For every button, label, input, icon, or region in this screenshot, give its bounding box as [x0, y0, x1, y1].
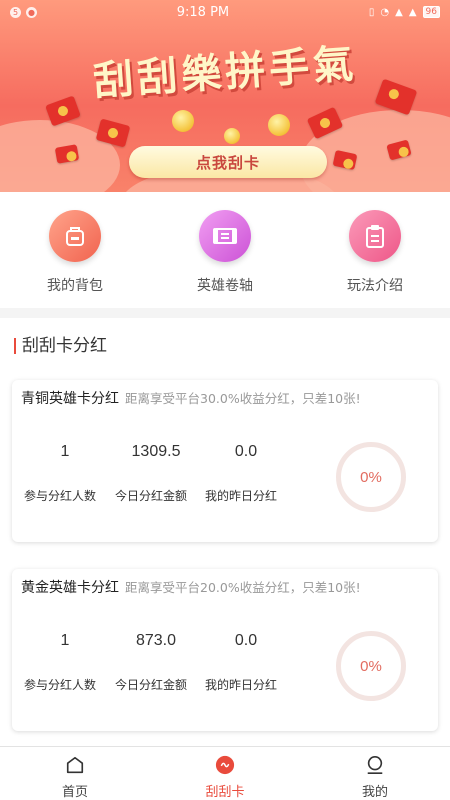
- card-header: 黄金英雄卡分红 距离享受平台20.0%收益分红，只差10张!: [21, 577, 361, 597]
- scratch-card-icon: [215, 755, 235, 775]
- home-icon: [66, 756, 84, 774]
- section-title: 刮刮卡分红: [14, 338, 107, 355]
- tab-label: 我的: [361, 785, 388, 800]
- tab-label: 首页: [61, 785, 88, 800]
- tab-scratch-card[interactable]: 刮刮卡: [150, 747, 300, 800]
- today-amount-value: 873.0: [135, 632, 177, 649]
- scratch-card-button[interactable]: 点我刮卡: [129, 146, 327, 178]
- vibrate-icon: ▯: [368, 6, 375, 18]
- today-amount-label: 今日分红金额: [115, 678, 188, 692]
- tab-label: 刮刮卡: [205, 785, 245, 800]
- profile-icon: [367, 756, 383, 774]
- menu-item-backpack[interactable]: 我的背包: [15, 210, 135, 308]
- user-icon: ●: [26, 6, 37, 18]
- my-yesterday-label: 我的昨日分红: [205, 489, 278, 503]
- tab-home[interactable]: 首页: [0, 747, 150, 800]
- status-bar: 5 ● 9:18 PM ▯ ◔ ▲ ▲ 96: [0, 0, 450, 24]
- scratch-banner: 刮刮樂拼手氣 点我刮卡: [0, 0, 450, 192]
- tab-profile[interactable]: 我的: [300, 747, 450, 800]
- participants-label: 参与分红人数: [24, 489, 97, 503]
- backpack-icon: [49, 210, 101, 262]
- today-amount-label: 今日分红金额: [115, 489, 188, 503]
- card-name: 青铜英雄卡分红: [21, 391, 119, 407]
- scroll-icon: [199, 210, 251, 262]
- wifi-icon: ◔: [380, 6, 390, 18]
- notification-icon: 5: [10, 6, 21, 18]
- participants-value: 1: [60, 443, 70, 460]
- coin-icon: [224, 128, 240, 144]
- status-time: 9:18 PM: [176, 4, 230, 20]
- dividend-section: 刮刮卡分红 青铜英雄卡分红 距离享受平台30.0%收益分红，只差10张! 1 13…: [0, 318, 450, 746]
- my-yesterday-value: 0.0: [234, 632, 258, 649]
- dividend-card-bronze[interactable]: 青铜英雄卡分红 距离享受平台30.0%收益分红，只差10张! 1 1309.5 0…: [12, 380, 438, 542]
- clipboard-icon: [349, 210, 401, 262]
- menu-item-hero-scroll[interactable]: 英雄卷轴: [165, 210, 285, 308]
- card-name: 黄金英雄卡分红: [21, 580, 119, 596]
- menu-label: 玩法介绍: [347, 278, 403, 294]
- today-amount-value: 1309.5: [131, 443, 181, 460]
- coin-icon: [172, 110, 194, 132]
- card-header: 青铜英雄卡分红 距离享受平台30.0%收益分红，只差10张!: [21, 388, 361, 408]
- bottom-tab-bar: 首页 刮刮卡 我的: [0, 746, 450, 800]
- menu-item-how-to-play[interactable]: 玩法介绍: [315, 210, 435, 308]
- status-right: ▯ ◔ ▲ ▲ 96: [369, 6, 440, 18]
- signal-icon: ▲: [408, 6, 417, 18]
- status-left: 5 ●: [10, 6, 37, 18]
- dividend-card-gold[interactable]: 黄金英雄卡分红 距离享受平台20.0%收益分红，只差10张! 1 873.0 0.…: [12, 569, 438, 731]
- signal-icon: ▲: [395, 6, 403, 18]
- menu-label: 我的背包: [47, 278, 103, 294]
- my-yesterday-label: 我的昨日分红: [205, 678, 278, 692]
- progress-ring: 0%: [336, 631, 406, 701]
- quick-menu: 我的背包 英雄卷轴 玩法介绍: [0, 192, 450, 308]
- card-note: 距离享受平台20.0%收益分红，只差10张!: [125, 580, 361, 595]
- progress-ring: 0%: [336, 442, 406, 512]
- progress-text: 0%: [360, 657, 382, 675]
- coin-icon: [268, 114, 290, 136]
- card-note: 距离享受平台30.0%收益分红，只差10张!: [125, 391, 361, 406]
- my-yesterday-value: 0.0: [234, 443, 258, 460]
- menu-label: 英雄卷轴: [197, 278, 253, 294]
- battery-icon: 96: [422, 6, 440, 18]
- progress-text: 0%: [360, 468, 382, 486]
- participants-label: 参与分红人数: [24, 678, 97, 692]
- participants-value: 1: [60, 632, 70, 649]
